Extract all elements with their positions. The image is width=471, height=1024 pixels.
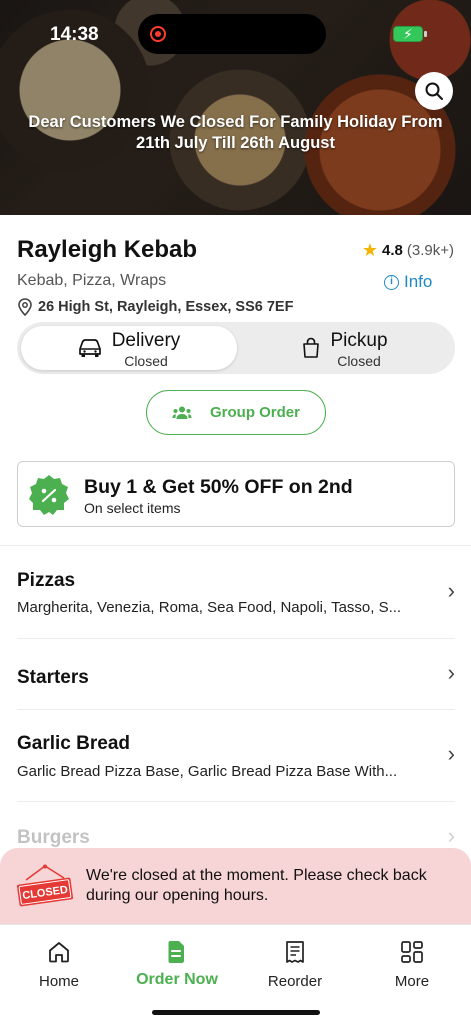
rating-count: (3.9k+) (406, 242, 454, 259)
recording-icon (150, 26, 166, 42)
nav-order-now[interactable]: Order Now (118, 939, 236, 989)
nav-label: Order Now (136, 971, 218, 988)
group-order-button[interactable]: Group Order (146, 390, 326, 435)
rating: ★ 4.8 (3.9k+) (362, 240, 454, 261)
delivery-status: Closed (124, 353, 168, 369)
bottom-nav: Home Order Now Reorder More (0, 924, 471, 1024)
category-description: Garlic Bread Pizza Base, Garlic Bread Pi… (17, 763, 398, 780)
rating-value: 4.8 (382, 242, 403, 259)
group-order-label: Group Order (209, 404, 300, 421)
holiday-notice: Dear Customers We Closed For Family Holi… (28, 113, 443, 152)
nav-label: Home (38, 973, 79, 990)
address: 26 High St, Rayleigh, Essex, SS6 7EF (17, 298, 293, 316)
dynamic-island (138, 14, 326, 54)
nav-label: More (394, 973, 430, 990)
section-divider (0, 545, 471, 546)
grid-icon (401, 941, 423, 963)
info-link[interactable]: i Info (384, 272, 432, 292)
info-icon: i (384, 274, 399, 290)
pickup-option[interactable]: Pickup Closed (237, 326, 451, 370)
nav-reorder[interactable]: Reorder (236, 939, 354, 990)
chevron-right-icon: › (447, 823, 455, 848)
category-burgers[interactable]: Burgers › (0, 803, 471, 848)
category-starters[interactable]: Starters › (0, 640, 471, 708)
cuisines: Kebab, Pizza, Wraps (17, 272, 167, 289)
order-icon (168, 941, 184, 963)
hero-banner: 14:38 ⚡ Dear Customers We Closed For Fam… (0, 0, 471, 215)
car-icon (79, 339, 101, 357)
status-time: 14:38 (50, 24, 99, 45)
star-icon: ★ (361, 240, 379, 260)
group-icon (172, 406, 192, 419)
category-divider (17, 638, 455, 639)
nav-label: Reorder (267, 973, 323, 990)
category-title: Starters (17, 667, 89, 688)
receipt-icon (286, 941, 304, 963)
category-description: Margherita, Venezia, Roma, Sea Food, Nap… (17, 599, 402, 616)
closed-message: We're closed at the moment. Please check… (86, 867, 427, 904)
promo-title: Buy 1 & Get 50% OFF on 2nd (84, 476, 353, 498)
chevron-right-icon: › (447, 660, 455, 685)
battery-icon: ⚡ (393, 26, 427, 42)
pickup-label: Pickup (330, 330, 388, 351)
delivery-label: Delivery (111, 330, 181, 351)
category-title: Pizzas (17, 570, 76, 591)
order-mode-toggle: Delivery Closed Pickup Closed (17, 322, 455, 374)
home-indicator (152, 1010, 320, 1015)
search-icon (425, 82, 443, 100)
nav-home[interactable]: Home (0, 939, 118, 990)
location-pin-icon (18, 298, 32, 316)
bag-icon (303, 337, 319, 358)
promo-subtitle: On select items (84, 500, 181, 516)
chevron-right-icon: › (447, 741, 455, 766)
category-divider (17, 709, 455, 710)
closed-banner: CLOSED We're closed at the moment. Pleas… (0, 848, 471, 926)
closed-sign-icon: CLOSED (16, 864, 74, 907)
address-text: 26 High St, Rayleigh, Essex, SS6 7EF (38, 299, 294, 315)
nav-more[interactable]: More (353, 939, 471, 990)
chevron-right-icon: › (447, 578, 455, 603)
restaurant-name: Rayleigh Kebab (17, 236, 198, 263)
search-button[interactable] (415, 72, 453, 110)
category-divider (17, 801, 455, 802)
category-title: Garlic Bread (17, 733, 130, 754)
home-icon (49, 942, 69, 963)
category-title: Burgers (17, 827, 90, 848)
info-label: Info (404, 272, 433, 291)
pickup-status: Closed (337, 353, 381, 369)
category-pizzas[interactable]: Pizzas Margherita, Venezia, Roma, Sea Fo… (0, 548, 471, 638)
discount-badge-icon (29, 475, 69, 515)
category-garlic-bread[interactable]: Garlic Bread Garlic Bread Pizza Base, Ga… (0, 711, 471, 801)
delivery-option[interactable]: Delivery Closed (21, 326, 237, 370)
promo-card[interactable]: Buy 1 & Get 50% OFF on 2nd On select ite… (17, 461, 455, 527)
